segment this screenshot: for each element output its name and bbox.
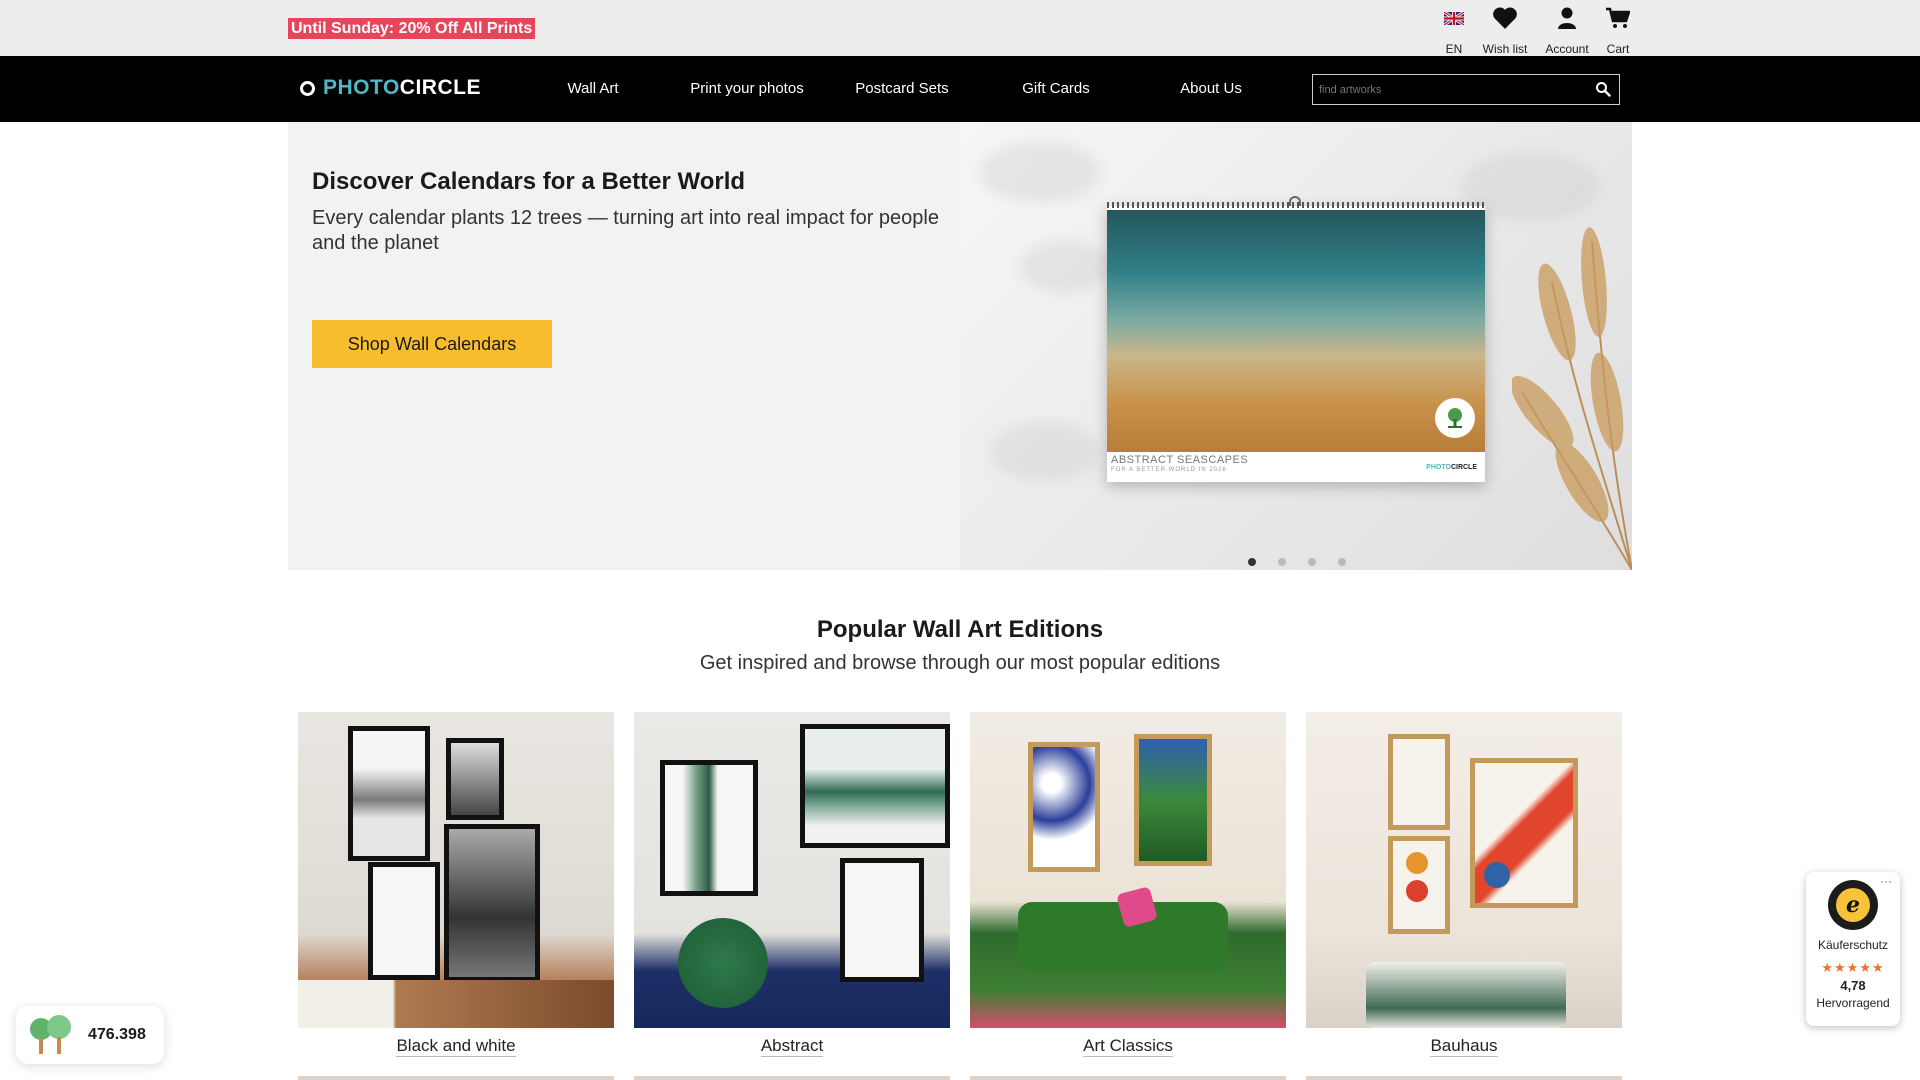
next-row-card	[970, 1076, 1286, 1080]
calendar-subtitle: FOR A BETTER WORLD IN 2026	[1111, 467, 1227, 473]
promo-banner[interactable]: Until Sunday: 20% Off All Prints	[288, 18, 536, 39]
artwork-frame	[1028, 742, 1100, 872]
hero-subtitle: Every calendar plants 12 trees — turning…	[312, 207, 939, 254]
artwork-frame	[660, 760, 758, 896]
leaf-shadow	[990, 422, 1100, 482]
top-utility-bar: Until Sunday: 20% Off All Prints EN Wish…	[0, 0, 1920, 56]
carousel-dot-4[interactable]	[1338, 558, 1346, 566]
logo-text-photo: PHOTO	[323, 76, 400, 99]
cart-link[interactable]: Cart	[1588, 4, 1648, 56]
edition-card-black-and-white[interactable]: Black and white	[298, 712, 614, 1057]
next-row-card	[298, 1076, 614, 1080]
carousel-dots	[1248, 558, 1346, 566]
trees-count: 476.398	[88, 1026, 146, 1043]
seal-letter: e	[1836, 888, 1870, 922]
carousel-dot-1[interactable]	[1248, 558, 1256, 566]
edition-label: Bauhaus	[1430, 1036, 1498, 1057]
more-options-icon[interactable]: ···	[1880, 874, 1892, 888]
wishlist-label: Wish list	[1482, 42, 1528, 56]
main-navigation: PHOTO CIRCLE Wall Art Print your photos …	[0, 56, 1920, 122]
calendar-title: ABSTRACT SEASCAPES	[1111, 454, 1249, 466]
rating-stars-icon: ★★★★★	[1821, 960, 1885, 975]
edition-label: Art Classics	[1083, 1036, 1173, 1057]
trusted-shops-badge[interactable]: ··· e Käuferschutz ★★★★★ 4,78 Hervorrage…	[1806, 872, 1900, 1026]
calendar-seascape-photo	[1107, 210, 1485, 452]
leaf-shadow	[1020, 242, 1110, 292]
next-row-card	[634, 1076, 950, 1080]
edition-image	[634, 712, 950, 1028]
wall-calendar-image: ABSTRACT SEASCAPES FOR A BETTER WORLD IN…	[1107, 196, 1485, 482]
bed	[1366, 962, 1566, 1028]
edition-card-bauhaus[interactable]: Bauhaus	[1306, 712, 1622, 1057]
nav-item-postcard-sets[interactable]: Postcard Sets	[822, 80, 982, 97]
calendar-logo-photo: PHOTO	[1426, 464, 1451, 471]
edition-label: Black and white	[396, 1036, 516, 1057]
edition-image	[970, 712, 1286, 1028]
cart-label: Cart	[1606, 42, 1630, 56]
red-circle	[1406, 880, 1428, 902]
artwork-frame	[1388, 734, 1450, 830]
search-input[interactable]	[1319, 81, 1589, 99]
artwork-frame	[1470, 758, 1578, 908]
trees-planted-widget[interactable]: 476.398	[16, 1006, 164, 1064]
logo-text-circle: CIRCLE	[399, 76, 481, 99]
nav-item-wall-art[interactable]: Wall Art	[513, 80, 673, 97]
shop-wall-calendars-button[interactable]: Shop Wall Calendars	[312, 320, 552, 368]
artwork-frame	[446, 738, 504, 820]
nav-item-about-us[interactable]: About Us	[1131, 80, 1291, 97]
wishlist-link[interactable]: Wish list	[1475, 4, 1535, 56]
edition-image	[298, 712, 614, 1028]
trees-icon	[30, 1015, 71, 1054]
artwork-frame	[840, 858, 924, 982]
edition-card-abstract[interactable]: Abstract	[634, 712, 950, 1057]
hero-carousel: Discover Calendars for a Better World Ev…	[288, 122, 1632, 570]
sideboard	[298, 980, 614, 1028]
hero-image: ABSTRACT SEASCAPES FOR A BETTER WORLD IN…	[960, 122, 1632, 570]
calendar-logo-circle: CIRCLE	[1450, 464, 1477, 471]
cart-icon	[1588, 4, 1648, 32]
rating-value: 4,78	[1840, 978, 1866, 993]
rating-verdict: Hervorragend	[1816, 996, 1890, 1010]
section-subtitle: Get inspired and browse through our most…	[699, 652, 1221, 674]
pampas-grass-decoration	[1512, 227, 1632, 570]
nav-item-gift-cards[interactable]: Gift Cards	[976, 80, 1136, 97]
hero-text: Discover Calendars for a Better World Ev…	[312, 168, 952, 256]
orange-circle	[1406, 852, 1428, 874]
heart-icon	[1475, 4, 1535, 32]
trusted-shops-seal-icon: e	[1828, 880, 1878, 930]
leaf-shadow	[980, 142, 1100, 202]
carousel-dot-2[interactable]	[1278, 558, 1286, 566]
blue-circle	[1484, 862, 1510, 888]
tree-badge-icon	[1435, 398, 1475, 438]
edition-image	[1306, 712, 1622, 1028]
photocircle-logo[interactable]: PHOTO CIRCLE	[300, 76, 481, 100]
next-row-card	[1306, 1076, 1622, 1080]
search-icon[interactable]	[1595, 81, 1613, 99]
calendar-logo: PHOTOCIRCLE	[1426, 464, 1477, 471]
edition-label: Abstract	[760, 1036, 824, 1057]
calendar-hook	[1289, 196, 1301, 206]
monstera-plant	[678, 918, 768, 1008]
artwork-frame	[800, 724, 950, 848]
nav-item-print-photos[interactable]: Print your photos	[667, 80, 827, 97]
edition-card-art-classics[interactable]: Art Classics	[970, 712, 1286, 1057]
artwork-frame	[348, 726, 430, 861]
search-box	[1312, 74, 1620, 105]
logo-ring-icon	[300, 80, 315, 96]
artwork-frame	[368, 862, 440, 980]
artwork-frame	[444, 824, 540, 982]
hero-title: Discover Calendars for a Better World	[312, 168, 746, 195]
section-title: Popular Wall Art Editions	[816, 616, 1104, 643]
artwork-frame	[1134, 734, 1212, 866]
carousel-dot-3[interactable]	[1308, 558, 1316, 566]
buyer-protection-label: Käuferschutz	[1817, 938, 1889, 952]
